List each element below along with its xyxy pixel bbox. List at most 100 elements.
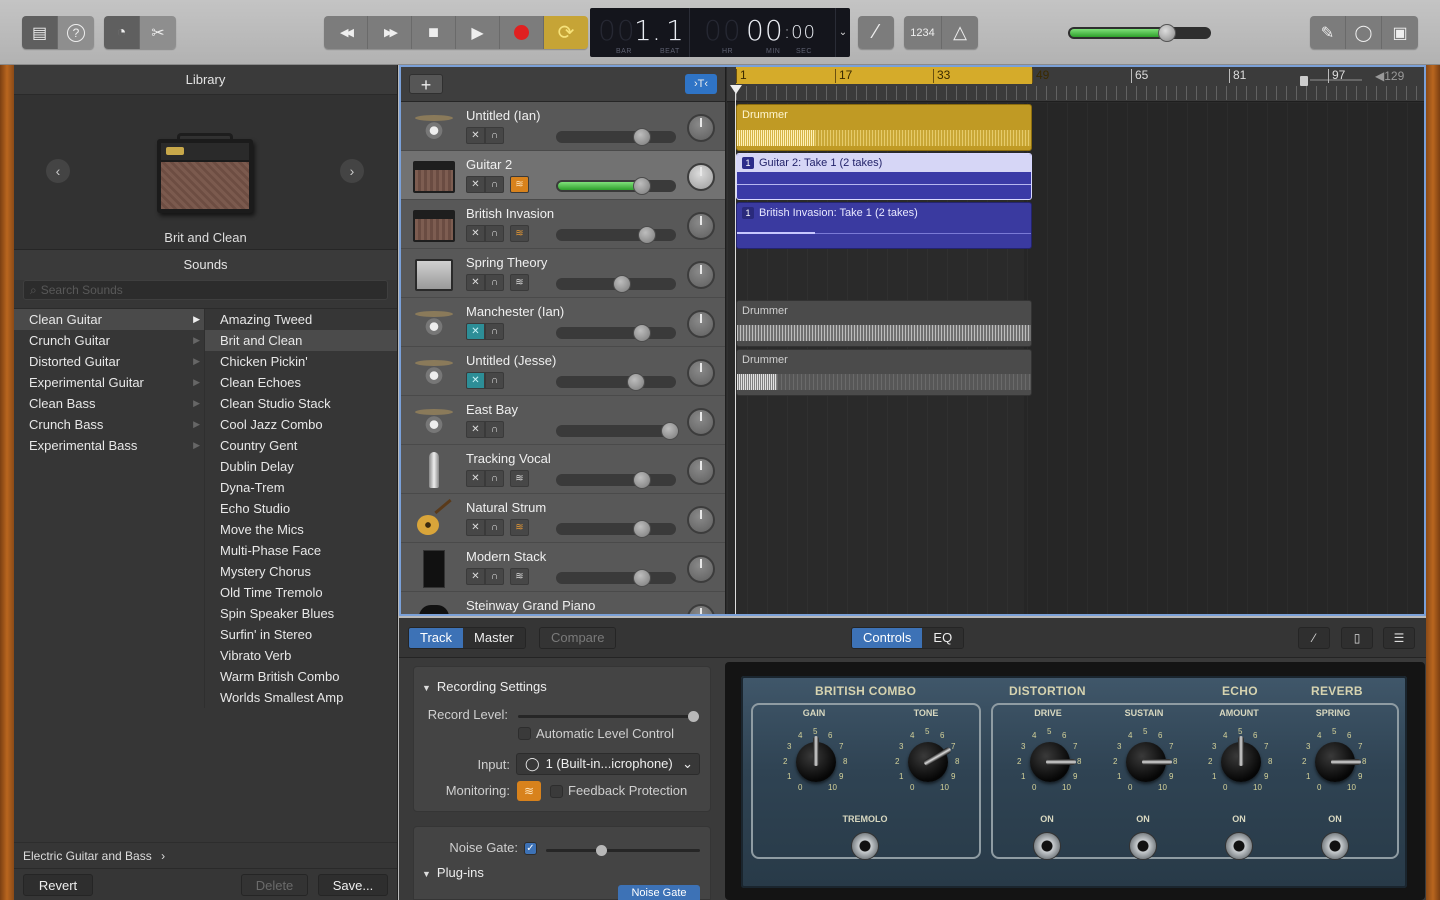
track-header[interactable]: British Invasion ✕ ∩ ≋ (401, 200, 725, 249)
master-volume-knob[interactable] (1158, 24, 1176, 42)
sound-item[interactable]: Amazing Tweed (205, 309, 397, 330)
compare-button[interactable]: Compare (540, 628, 616, 648)
feedback-protection-checkbox[interactable] (550, 785, 563, 798)
cycle-region[interactable] (736, 67, 1032, 84)
rewind-button[interactable]: ◀◀ (324, 16, 368, 49)
mute-button[interactable]: ✕ (466, 225, 485, 242)
drummer-region-muted[interactable]: Drummer (736, 349, 1032, 396)
search-field[interactable]: ⌕ (23, 280, 388, 300)
sound-item[interactable]: Multi-Phase Face (205, 540, 397, 561)
track-header[interactable]: East Bay ✕ ∩ (401, 396, 725, 445)
mute-button[interactable]: ✕ (466, 421, 485, 438)
track-volume-slider[interactable] (556, 177, 676, 195)
plugins-disclosure[interactable]: ▼ Plug-ins (422, 865, 484, 880)
sound-item[interactable]: Worlds Smallest Amp (205, 687, 397, 708)
category-item[interactable]: Experimental Guitar ▶ (14, 372, 204, 393)
tab-master[interactable]: Master (463, 628, 525, 648)
sound-item[interactable]: Brit and Clean (205, 330, 397, 351)
track-volume-slider[interactable] (556, 422, 679, 440)
sound-item[interactable]: Dyna-Trem (205, 477, 397, 498)
pan-knob[interactable] (687, 555, 715, 583)
track-header[interactable]: Spring Theory ✕ ∩ ≋ (401, 249, 725, 298)
loop-browser-button[interactable]: ◯ (1346, 16, 1382, 49)
category-item[interactable]: Crunch Guitar ▶ (14, 330, 204, 351)
monitor-button[interactable]: ≋ (510, 274, 529, 291)
track-volume-slider[interactable] (556, 226, 676, 244)
pan-knob[interactable] (687, 163, 715, 191)
previous-patch-button[interactable]: ‹ (46, 159, 70, 183)
take-region[interactable]: 1 British Invasion: Take 1 (2 takes) (736, 202, 1032, 249)
sound-item[interactable]: Clean Studio Stack (205, 393, 397, 414)
pan-knob[interactable] (687, 604, 715, 614)
monitor-button[interactable]: ≋ (510, 470, 529, 487)
pan-knob[interactable] (687, 261, 715, 289)
track-volume-knob[interactable] (633, 471, 651, 489)
take-number-badge[interactable]: 1 (742, 157, 754, 169)
media-browser-button[interactable]: ▣ (1382, 16, 1418, 49)
solo-button[interactable]: ∩ (485, 519, 504, 536)
knob-dial[interactable] (908, 742, 953, 782)
knob-dial[interactable] (796, 736, 836, 782)
knob-dial[interactable] (1030, 742, 1076, 782)
solo-button[interactable]: ∩ (485, 470, 504, 487)
track-volume-knob[interactable] (633, 324, 651, 342)
amp-knob-tone[interactable]: TONE 0 1 2 3 4 5 6 7 8 9 10 (891, 708, 961, 798)
toggle-switch[interactable] (1321, 832, 1349, 860)
sound-item[interactable]: Dublin Delay (205, 456, 397, 477)
track-volume-knob[interactable] (633, 569, 651, 587)
solo-button[interactable]: ∩ (485, 323, 504, 340)
take-region-selected[interactable]: 1 Guitar 2: Take 1 (2 takes) (736, 153, 1032, 200)
sound-item[interactable]: Warm British Combo (205, 666, 397, 687)
track-header[interactable]: Guitar 2 ✕ ∩ ≋ (401, 151, 725, 200)
mute-button[interactable]: ✕ (466, 323, 485, 340)
pan-knob[interactable] (687, 212, 715, 240)
track-volume-slider[interactable] (556, 569, 676, 587)
pan-knob[interactable] (687, 408, 715, 436)
monitor-button[interactable]: ≋ (510, 519, 529, 536)
recording-settings-disclosure[interactable]: ▼ Recording Settings (422, 679, 547, 694)
track-volume-knob[interactable] (633, 177, 651, 195)
solo-button[interactable]: ∩ (485, 176, 504, 193)
mute-button[interactable]: ✕ (466, 127, 485, 144)
track-volume-slider[interactable] (556, 128, 676, 146)
tab-eq[interactable]: EQ (922, 628, 964, 648)
amp-knob-gain[interactable]: GAIN 0 1 2 3 4 5 6 7 8 9 10 (779, 708, 849, 798)
track-volume-slider[interactable] (556, 373, 676, 391)
automatic-level-checkbox[interactable] (518, 727, 531, 740)
amp-knob-sustain[interactable]: SUSTAIN 0 1 2 3 4 5 6 7 8 9 10 (1109, 708, 1179, 798)
sound-item[interactable]: Old Time Tremolo (205, 582, 397, 603)
sound-item[interactable]: Echo Studio (205, 498, 397, 519)
track-header[interactable]: Manchester (Ian) ✕ ∩ (401, 298, 725, 347)
monitoring-button[interactable]: ≋ (517, 781, 541, 801)
library-button[interactable]: ▤ (22, 16, 58, 49)
monitor-button[interactable]: ≋ (510, 568, 529, 585)
fast-forward-button[interactable]: ▶▶ (368, 16, 412, 49)
solo-button[interactable]: ∩ (485, 372, 504, 389)
notepad-button[interactable]: ✎ (1310, 16, 1346, 49)
play-button[interactable]: ▶ (456, 16, 500, 49)
playhead[interactable] (730, 85, 742, 94)
amp-knob-spring[interactable]: SPRING 0 1 2 3 4 5 6 7 8 9 10 (1298, 708, 1368, 798)
stop-button[interactable]: ■ (412, 16, 456, 49)
next-patch-button[interactable]: › (340, 159, 364, 183)
knob-dial[interactable] (1221, 736, 1261, 782)
mute-button[interactable]: ✕ (466, 568, 485, 585)
add-track-button[interactable]: + (409, 74, 443, 95)
noise-gate-checkbox[interactable]: ✓ (524, 842, 537, 855)
monitor-button[interactable]: ≋ (510, 176, 529, 193)
pan-knob[interactable] (687, 506, 715, 534)
bar-ruler[interactable]: ◀129 1173349658197113 (727, 67, 1424, 102)
noise-gate-knob[interactable] (596, 845, 607, 856)
track-header[interactable]: Untitled (Ian) ✕ ∩ (401, 102, 725, 151)
pan-knob[interactable] (687, 114, 715, 142)
pan-knob[interactable] (687, 359, 715, 387)
delete-button[interactable]: Delete (241, 874, 308, 896)
input-select[interactable]: ◯ 1 (Built-in...icrophone) ⌄ (516, 753, 700, 775)
knob-dial[interactable] (1126, 742, 1172, 782)
pan-knob[interactable] (687, 310, 715, 338)
drummer-region[interactable]: Drummer (736, 104, 1032, 151)
sound-item[interactable]: Mystery Chorus (205, 561, 397, 582)
sound-item[interactable]: Country Gent (205, 435, 397, 456)
noise-gate-slider[interactable] (546, 845, 700, 856)
count-in-button[interactable]: 1234 (904, 16, 942, 49)
